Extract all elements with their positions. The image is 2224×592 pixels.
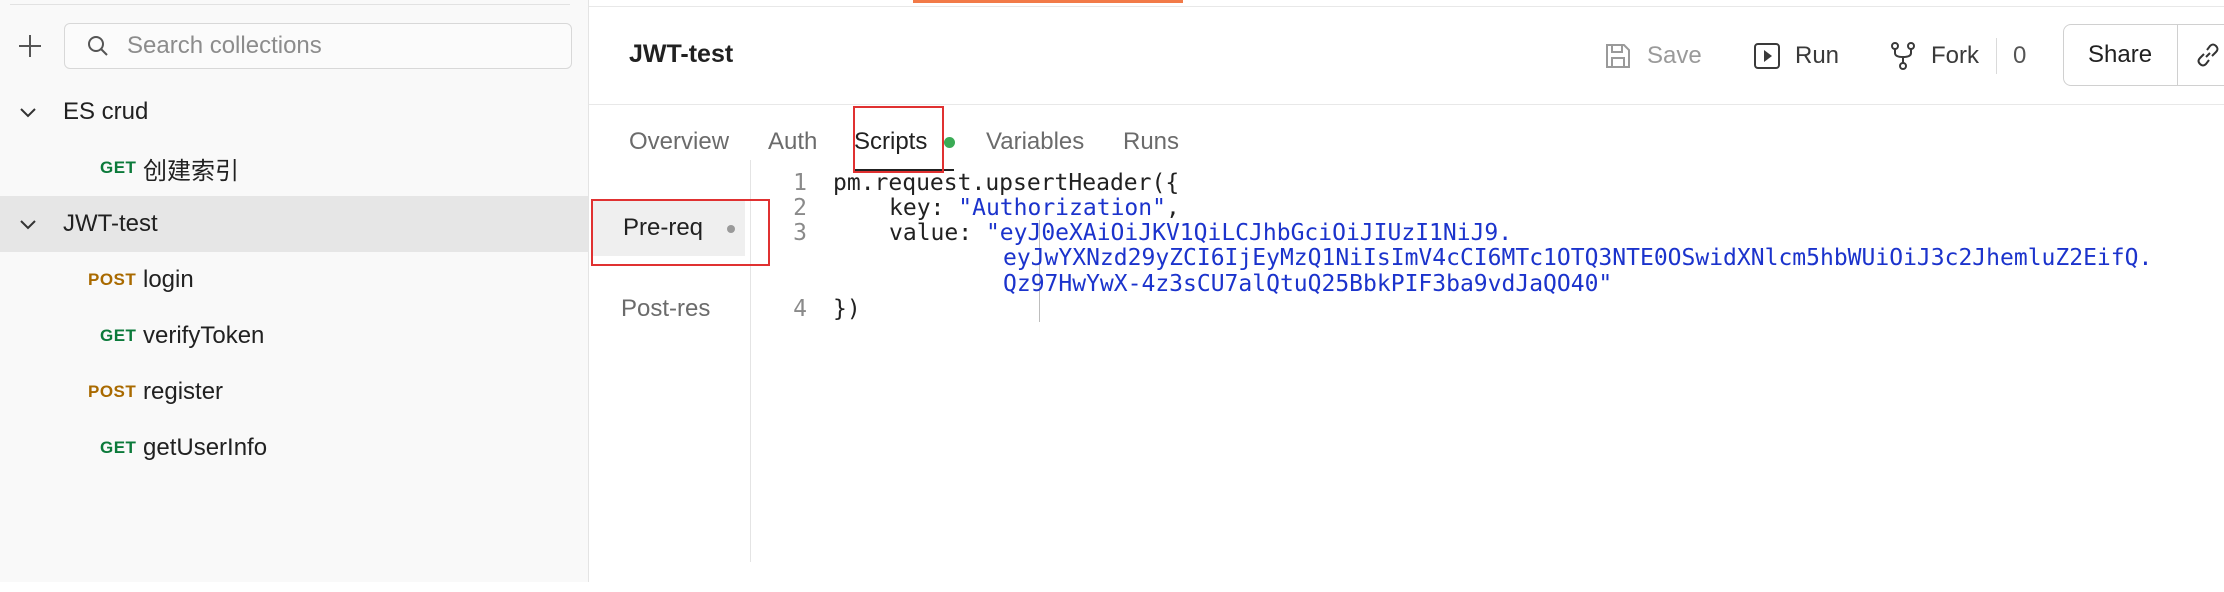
link-icon[interactable]: [2194, 41, 2222, 69]
chevron-down-icon: [18, 103, 38, 123]
request-name: 创建索引: [143, 157, 239, 185]
request-row[interactable]: POST register: [0, 364, 588, 420]
save-icon: [1606, 44, 1630, 68]
fork-label: Fork: [1931, 42, 1979, 69]
code-line-3-wrap-2: Qz97HwYwX-4z3sCU7alQtuQ25BbkPIF3ba9vdJaQ…: [1003, 271, 1613, 297]
collections-sidebar: ES crud GET 创建索引 JWT-test POST login GET…: [0, 0, 589, 582]
request-row[interactable]: POST login: [0, 252, 588, 308]
method-badge: GET: [100, 438, 137, 457]
line-number: 2: [793, 195, 807, 221]
run-button[interactable]: Run: [1753, 38, 1839, 74]
code-line-3-wrap-1: eyJwYXNzd29yZCI6IjEyMzQ1NiIsImV4cCI6MTc1…: [1003, 245, 2153, 271]
add-collection-button[interactable]: [14, 30, 46, 62]
chevron-down-icon: [18, 215, 38, 235]
share-button[interactable]: Share: [2063, 24, 2224, 86]
code-line-4: }): [833, 296, 861, 322]
request-row[interactable]: GET 创建索引: [0, 140, 588, 196]
search-box[interactable]: [64, 23, 572, 69]
scripts-tab-highlight-box: [853, 106, 944, 173]
tab-variables[interactable]: Variables: [986, 128, 1084, 156]
pre-request-highlight-box: [591, 199, 770, 266]
save-label: Save: [1647, 42, 1702, 69]
line-number: 4: [793, 296, 807, 322]
share-label: Share: [2088, 41, 2153, 68]
request-name: register: [143, 378, 224, 405]
code-line-2: key: "Authorization",: [889, 195, 1180, 221]
request-name: login: [143, 266, 194, 293]
fork-button[interactable]: Fork: [1889, 38, 1979, 74]
line-number: 1: [793, 170, 807, 196]
code-punct: ,: [1165, 195, 1180, 221]
divider: [1996, 38, 1997, 74]
header-divider: [589, 104, 2224, 105]
collection-name: JWT-test: [63, 210, 158, 237]
collection-row-jwt-test[interactable]: JWT-test: [0, 196, 588, 252]
run-label: Run: [1795, 42, 1840, 69]
collection-row-es-crud[interactable]: ES crud: [0, 84, 588, 140]
request-name: verifyToken: [143, 322, 265, 349]
tab-auth[interactable]: Auth: [768, 128, 817, 156]
divider: [2177, 25, 2178, 85]
request-row[interactable]: GET getUserInfo: [0, 420, 588, 476]
method-badge: GET: [100, 326, 137, 345]
collection-name: ES crud: [63, 98, 149, 125]
request-name: getUserInfo: [143, 434, 268, 461]
code-string: "eyJ0eXAiOiJKV1QiLCJhbGciOiJIUzI1NiJ9.: [985, 220, 1513, 246]
script-type-nav: Pre-req Post-res: [589, 160, 770, 562]
code-line-3: value: "eyJ0eXAiOiJKV1QiLCJhbGciOiJIUzI1…: [889, 220, 1512, 246]
active-tab-indicator: [913, 0, 1183, 3]
tab-overview[interactable]: Overview: [629, 128, 729, 156]
method-badge: POST: [88, 270, 137, 289]
search-input[interactable]: [125, 31, 549, 61]
code-key: key:: [889, 195, 959, 221]
collection-workspace: JWT-test Save Run Fork 0 Share Overview …: [589, 0, 2224, 582]
method-badge: POST: [88, 382, 137, 401]
scripts-status-dot: [944, 137, 955, 148]
fork-icon: [1891, 42, 1915, 70]
subtab-post-response[interactable]: Post-res: [621, 295, 710, 323]
code-string: "Authorization": [958, 195, 1166, 221]
plus-icon: [19, 35, 41, 57]
code-line-1: pm.request.upsertHeader({: [833, 170, 1180, 196]
request-row[interactable]: GET verifyToken: [0, 308, 588, 364]
top-divider: [589, 6, 2224, 7]
script-code-editor[interactable]: 1 2 3 4 pm.request.upsertHeader({ key: "…: [751, 170, 2224, 592]
fork-count: 0: [2013, 42, 2027, 69]
code-key: value:: [889, 220, 986, 246]
page-title: JWT-test: [629, 40, 734, 68]
run-icon: [1754, 43, 1780, 69]
search-icon: [87, 35, 109, 57]
save-button[interactable]: Save: [1603, 38, 1702, 74]
method-badge: GET: [100, 158, 137, 177]
line-number: 3: [793, 220, 807, 246]
tab-runs[interactable]: Runs: [1123, 128, 1179, 156]
sidebar-top-divider: [10, 0, 570, 5]
